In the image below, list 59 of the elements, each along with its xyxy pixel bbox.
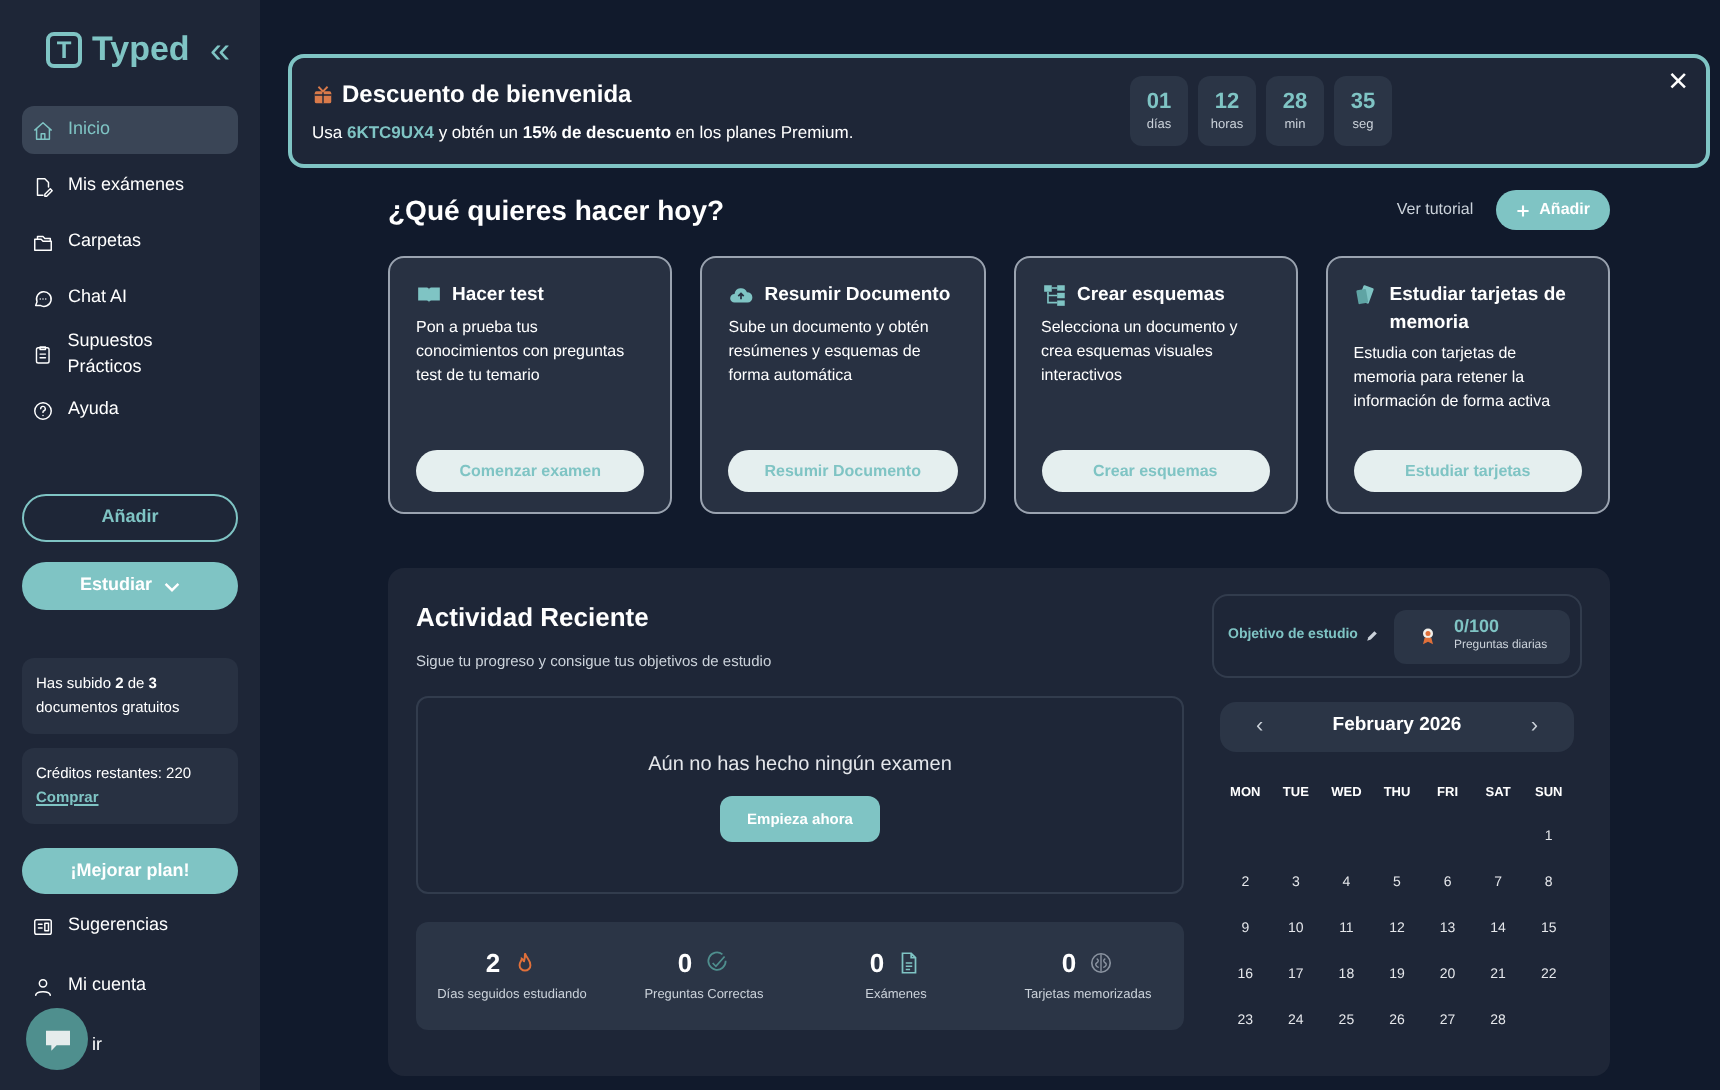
month-label: February 2026 [1332,712,1462,741]
next-month-button[interactable]: › [1530,710,1538,744]
sidebar-item[interactable]: Supuestos Prácticos [22,330,238,378]
sidebar-item[interactable]: Sugerencias [22,902,238,950]
brain-icon [1088,950,1115,977]
card-title: Hacer test [452,282,544,310]
sidebar-item[interactable]: ir [92,1032,102,1060]
cards-icon [1353,282,1380,308]
sidebar-item[interactable]: Mi cuenta [22,962,238,1010]
cloud-upload-icon [728,282,755,308]
user-icon [32,975,54,997]
help-icon [32,399,54,421]
board-icon [32,915,54,937]
diagram-icon [1041,282,1067,308]
card-description: Selecciona un documento y crea esquemas visuales interactivos [1041,316,1240,388]
sidebar-item[interactable]: Carpetas [22,218,238,266]
chat-button[interactable] [26,1008,88,1070]
gift-icon [312,83,334,106]
check-circle-icon [704,950,731,977]
caret-icon [164,581,180,591]
banner-text: Usa 6KTC9UX4 y obtén un 15% de descuento en los planes Premium. [312,120,856,146]
countdown-value: 12 [1214,87,1240,115]
award-icon [1417,626,1438,646]
section-title: Actividad Reciente [416,600,651,636]
card-description: Estudia con tarjetas de memoria para retener la información de forma activa [1353,342,1553,414]
house-icon [32,119,54,141]
logo-text: Typed [92,28,190,73]
stat-value: 0 [677,947,693,980]
card-title: Estudiar tarjetas de memoria [1389,282,1568,338]
sidebar-item[interactable]: Chat AI [22,274,238,322]
banner-title: Descuento de bienvenida [342,78,632,113]
folders-icon [32,231,54,253]
sidebar-item[interactable]: Mis exámenes [22,162,238,210]
goal-value: 0/100 [1453,616,1501,638]
chat-bubble-icon [32,287,54,309]
stat-value: 0 [869,947,885,980]
logo-mark: T [46,32,82,68]
clipboard-icon [32,343,54,365]
tutorial-link[interactable]: Ver tutorial [1396,198,1474,222]
previous-month-button[interactable]: ‹ [1256,710,1264,744]
stat-value: 0 [1061,947,1077,980]
card-title: Resumir Documento [764,282,951,310]
countdown-value: 28 [1282,87,1308,115]
card-title: Crear esquemas [1077,282,1225,310]
close-button[interactable]: × [1668,64,1688,98]
countdown-value: 01 [1146,87,1172,115]
empty-state-text: Aún no has hecho ningún examen [648,751,952,780]
card-description: Sube un documento y obtén resúmenes y esquemas de forma automática [728,316,931,388]
sidebar-item[interactable]: Inicio [22,106,238,154]
document-pen-icon [32,175,54,197]
stat-value: 2 [485,947,501,980]
collapse-button[interactable]: « [209,32,230,68]
card-description: Pon a prueba tus conocimientos con preguntas test de tu temario [416,316,627,388]
plus-icon [1515,203,1530,217]
sidebar-item[interactable]: Ayuda [22,386,238,434]
pencil-icon [1365,630,1378,642]
add-button[interactable]: Añadir [22,494,238,542]
page-heading: ¿Qué quieres hacer hoy? [388,191,725,230]
countdown-value: 35 [1350,87,1376,115]
